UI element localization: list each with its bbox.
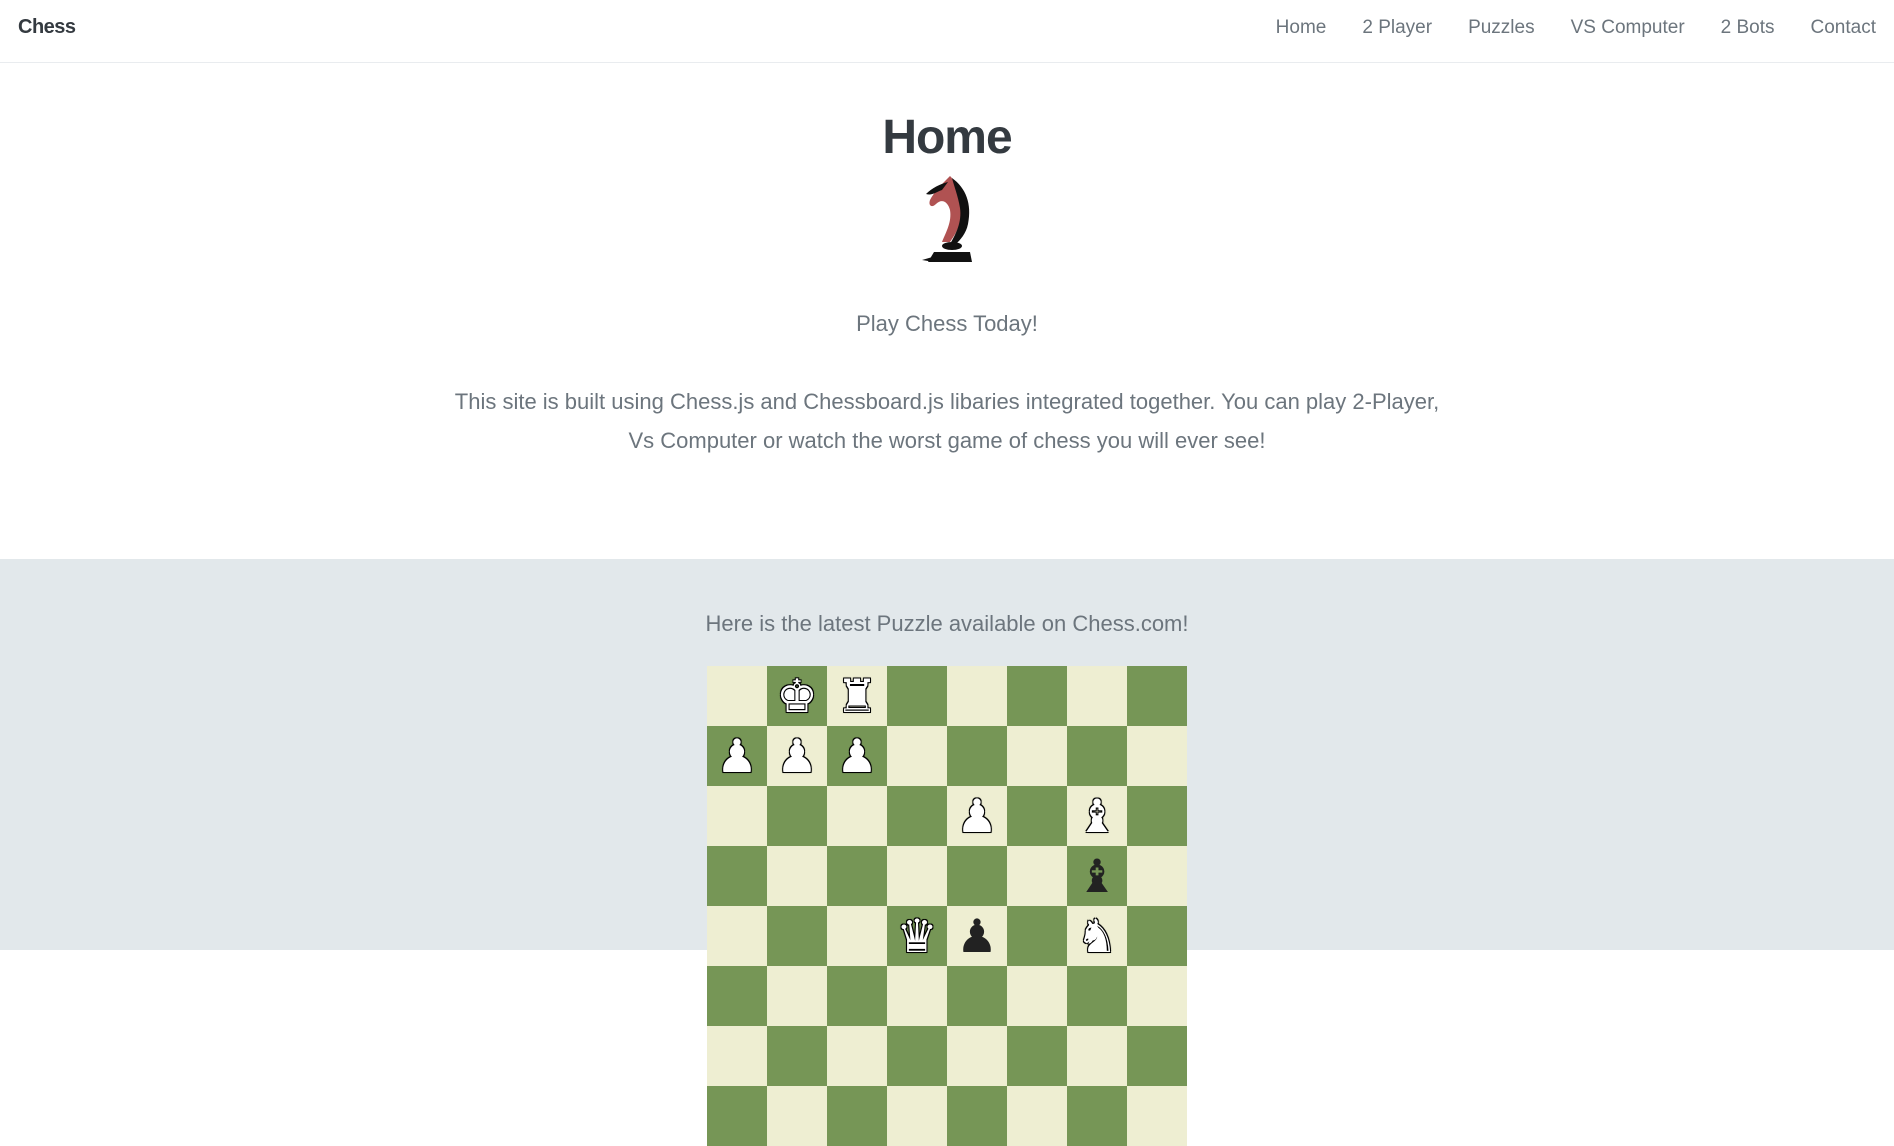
square-b6[interactable] <box>767 786 827 846</box>
nav-2-player[interactable]: 2 Player <box>1362 17 1432 39</box>
white-queen-icon[interactable]: ♛ <box>896 913 937 959</box>
square-d3[interactable] <box>887 966 947 1026</box>
brand-link[interactable]: Chess <box>18 16 76 39</box>
square-f6[interactable] <box>1007 786 1067 846</box>
tagline: Play Chess Today! <box>856 311 1038 336</box>
square-e4[interactable]: ♟ <box>947 906 1007 966</box>
chess-board[interactable]: ♚ ♜ ♟ ♟ ♟ ♟ ♝ ♝ ♛ ♟ ♞ <box>707 666 1187 1146</box>
nav-puzzles[interactable]: Puzzles <box>1468 17 1535 39</box>
knight-logo-icon <box>922 176 972 262</box>
puzzle-caption: Here is the latest Puzzle available on C… <box>705 611 1189 636</box>
square-g6[interactable]: ♝ <box>1067 786 1127 846</box>
square-a3[interactable] <box>707 966 767 1026</box>
square-c7[interactable]: ♟ <box>827 726 887 786</box>
square-b4[interactable] <box>767 906 827 966</box>
square-b3[interactable] <box>767 966 827 1026</box>
square-e1[interactable] <box>947 1086 1007 1146</box>
nav-vs-computer[interactable]: VS Computer <box>1571 17 1685 39</box>
black-bishop-icon[interactable]: ♝ <box>1076 853 1117 899</box>
white-pawn-icon[interactable]: ♟ <box>716 733 757 779</box>
square-d1[interactable] <box>887 1086 947 1146</box>
square-e5[interactable] <box>947 846 1007 906</box>
square-c4[interactable] <box>827 906 887 966</box>
white-knight-icon[interactable]: ♞ <box>1076 913 1117 959</box>
square-d7[interactable] <box>887 726 947 786</box>
square-e2[interactable] <box>947 1026 1007 1086</box>
square-b8[interactable]: ♚ <box>767 666 827 726</box>
square-g8[interactable] <box>1067 666 1127 726</box>
page-title: Home <box>882 111 1012 164</box>
square-h1[interactable] <box>1127 1086 1187 1146</box>
site-description: This site is built using Chess.js and Ch… <box>454 389 1440 453</box>
square-h4[interactable] <box>1127 906 1187 966</box>
square-g3[interactable] <box>1067 966 1127 1026</box>
square-b5[interactable] <box>767 846 827 906</box>
square-g7[interactable] <box>1067 726 1127 786</box>
white-bishop-icon[interactable]: ♝ <box>1076 793 1117 839</box>
square-b1[interactable] <box>767 1086 827 1146</box>
square-e6[interactable]: ♟ <box>947 786 1007 846</box>
square-a7[interactable]: ♟ <box>707 726 767 786</box>
square-h8[interactable] <box>1127 666 1187 726</box>
white-pawn-icon[interactable]: ♟ <box>956 793 997 839</box>
square-f1[interactable] <box>1007 1086 1067 1146</box>
square-g2[interactable] <box>1067 1026 1127 1086</box>
square-g1[interactable] <box>1067 1086 1127 1146</box>
square-f8[interactable] <box>1007 666 1067 726</box>
square-c8[interactable]: ♜ <box>827 666 887 726</box>
square-e7[interactable] <box>947 726 1007 786</box>
white-rook-icon[interactable]: ♜ <box>836 673 877 719</box>
square-g4[interactable]: ♞ <box>1067 906 1127 966</box>
square-a2[interactable] <box>707 1026 767 1086</box>
square-c5[interactable] <box>827 846 887 906</box>
square-a6[interactable] <box>707 786 767 846</box>
square-d5[interactable] <box>887 846 947 906</box>
white-pawn-icon[interactable]: ♟ <box>776 733 817 779</box>
square-c2[interactable] <box>827 1026 887 1086</box>
square-h5[interactable] <box>1127 846 1187 906</box>
square-d2[interactable] <box>887 1026 947 1086</box>
square-h6[interactable] <box>1127 786 1187 846</box>
top-navbar: Chess Home 2 Player Puzzles VS Computer … <box>0 0 1894 63</box>
white-pawn-icon[interactable]: ♟ <box>836 733 877 779</box>
square-h2[interactable] <box>1127 1026 1187 1086</box>
square-a1[interactable] <box>707 1086 767 1146</box>
square-c6[interactable] <box>827 786 887 846</box>
nav-links: Home 2 Player Puzzles VS Computer 2 Bots… <box>1276 17 1876 39</box>
square-f4[interactable] <box>1007 906 1067 966</box>
square-h3[interactable] <box>1127 966 1187 1026</box>
nav-contact[interactable]: Contact <box>1811 17 1876 39</box>
square-g5[interactable]: ♝ <box>1067 846 1127 906</box>
square-f5[interactable] <box>1007 846 1067 906</box>
square-a8[interactable] <box>707 666 767 726</box>
square-a5[interactable] <box>707 846 767 906</box>
square-h7[interactable] <box>1127 726 1187 786</box>
square-f7[interactable] <box>1007 726 1067 786</box>
square-d8[interactable] <box>887 666 947 726</box>
square-f3[interactable] <box>1007 966 1067 1026</box>
square-c3[interactable] <box>827 966 887 1026</box>
black-pawn-icon[interactable]: ♟ <box>956 913 997 959</box>
square-d4[interactable]: ♛ <box>887 906 947 966</box>
nav-2-bots[interactable]: 2 Bots <box>1721 17 1775 39</box>
puzzle-section: Here is the latest Puzzle available on C… <box>0 559 1894 1146</box>
square-c1[interactable] <box>827 1086 887 1146</box>
square-d6[interactable] <box>887 786 947 846</box>
white-king-icon[interactable]: ♚ <box>776 673 817 719</box>
nav-home[interactable]: Home <box>1276 17 1327 39</box>
square-e8[interactable] <box>947 666 1007 726</box>
hero-section: Home Play Chess Today! This site is buil… <box>0 64 1894 559</box>
square-f2[interactable] <box>1007 1026 1067 1086</box>
square-b7[interactable]: ♟ <box>767 726 827 786</box>
square-a4[interactable] <box>707 906 767 966</box>
square-e3[interactable] <box>947 966 1007 1026</box>
square-b2[interactable] <box>767 1026 827 1086</box>
